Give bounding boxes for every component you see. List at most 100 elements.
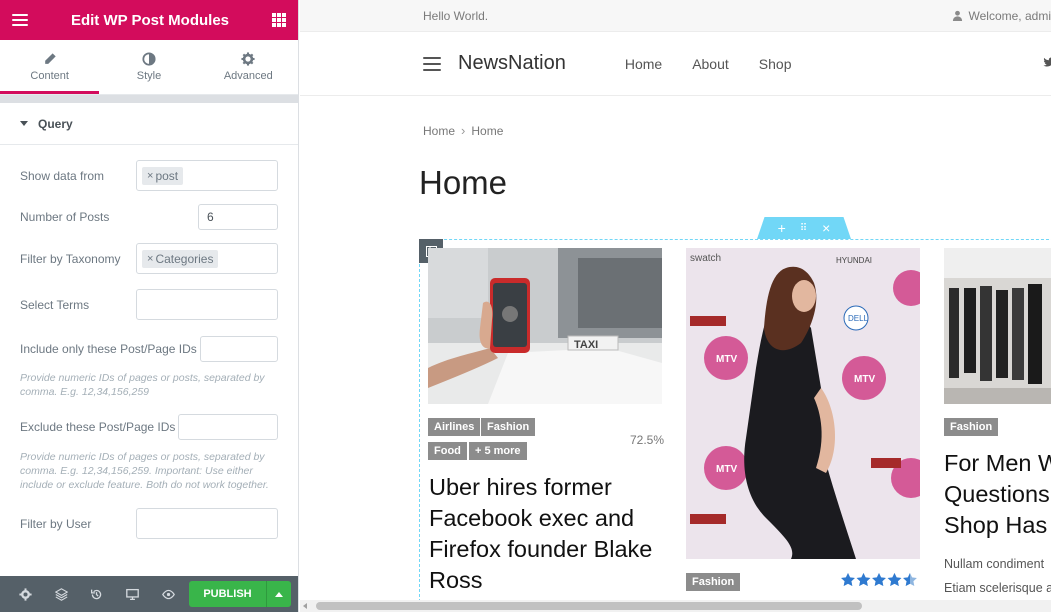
panel-controls: Query Show data from × post Number of Pos… xyxy=(0,103,298,583)
navigator-button[interactable] xyxy=(44,576,80,612)
control-number-of-posts: Number of Posts 6 xyxy=(0,204,298,230)
post-1-title[interactable]: Uber hires former Facebook exec and Fire… xyxy=(429,472,669,596)
control-select-terms: Select Terms xyxy=(0,289,298,320)
post-1-tag-airlines[interactable]: Airlines xyxy=(428,418,481,436)
post-1-tag-food[interactable]: Food xyxy=(428,442,467,460)
tab-content[interactable]: Content xyxy=(0,40,100,94)
post-2-rating xyxy=(840,572,920,593)
select-terms-input[interactable] xyxy=(136,289,278,320)
post-3-tag-fashion[interactable]: Fashion xyxy=(944,418,999,436)
panel-divider xyxy=(0,95,298,103)
post-2-photo: MTV MTV MTV swatch HYUNDAI DELL xyxy=(686,248,920,559)
post-2-tag-fashion[interactable]: Fashion xyxy=(686,573,741,591)
delete-icon[interactable]: × xyxy=(822,220,830,236)
post-2-image[interactable]: MTV MTV MTV swatch HYUNDAI DELL xyxy=(686,248,920,559)
horizontal-scrollbar[interactable] xyxy=(300,600,1051,612)
breadcrumb-home-link[interactable]: Home xyxy=(423,124,455,138)
svg-text:MTV: MTV xyxy=(716,464,737,475)
show-data-from-select[interactable]: × post xyxy=(136,160,278,191)
breadcrumb-current: Home xyxy=(471,123,504,138)
post-1-score: 72.5% xyxy=(630,433,665,447)
panel-footer: PUBLISH xyxy=(0,576,298,612)
star-icon xyxy=(903,573,917,586)
tab-advanced-label: Advanced xyxy=(223,70,273,82)
section-query-toggle[interactable]: Query xyxy=(0,103,298,145)
svg-text:MTV: MTV xyxy=(854,374,875,385)
publish-button[interactable]: PUBLISH xyxy=(188,581,266,607)
remove-chip-icon[interactable]: × xyxy=(147,170,153,182)
post-1-title-line: Ross xyxy=(429,567,483,593)
control-filter-by-taxonomy: Filter by Taxonomy × Categories xyxy=(0,243,298,274)
mobile-menu-icon[interactable] xyxy=(423,56,441,71)
page-title: Home xyxy=(419,164,508,201)
post-1-image[interactable]: TAXI xyxy=(428,248,662,404)
post-3-image[interactable] xyxy=(944,248,1051,404)
site-brand[interactable]: NewsNation xyxy=(458,52,566,75)
control-filter-by-user: Filter by User xyxy=(0,508,298,539)
show-data-from-label: Show data from xyxy=(20,168,105,183)
history-button[interactable] xyxy=(79,576,115,612)
svg-text:swatch: swatch xyxy=(690,253,721,264)
include-ids-input[interactable] xyxy=(200,336,278,362)
add-icon[interactable]: + xyxy=(778,220,786,236)
nav-link-about[interactable]: About xyxy=(692,56,729,72)
taxonomy-chip[interactable]: × Categories xyxy=(142,250,219,268)
eye-icon xyxy=(161,589,175,599)
post-3-excerpt-line: Nullam condiment xyxy=(944,557,1045,571)
svg-text:TAXI: TAXI xyxy=(574,339,598,351)
page-preview: Hello World. Welcome, admi NewsNation Ho… xyxy=(300,0,1051,612)
site-nav: NewsNation Home About Shop xyxy=(300,32,1051,96)
remove-chip-icon[interactable]: × xyxy=(147,253,153,265)
app-window: Edit WP Post Modules Content Style Advan… xyxy=(0,0,1051,612)
exclude-ids-hint: Provide numeric IDs of pages or posts, s… xyxy=(20,451,269,491)
tab-style[interactable]: Style xyxy=(99,40,198,94)
select-terms-label: Select Terms xyxy=(20,297,90,312)
scroll-left-icon[interactable] xyxy=(303,603,307,609)
post-type-chip-label: post xyxy=(155,169,179,183)
post-3-title[interactable]: For Men W Questions Shop Has xyxy=(944,448,1051,541)
nav-link-shop[interactable]: Shop xyxy=(759,56,792,72)
post-type-chip[interactable]: × post xyxy=(142,167,184,185)
taxonomy-select[interactable]: × Categories xyxy=(136,243,278,274)
svg-text:HYUNDAI: HYUNDAI xyxy=(836,256,872,265)
menu-icon[interactable] xyxy=(12,14,28,26)
welcome-user[interactable]: Welcome, admi xyxy=(952,9,1051,23)
panel-title: Edit WP Post Modules xyxy=(70,11,230,29)
star-icon xyxy=(887,573,902,586)
widget-handle[interactable]: + ⠿ × xyxy=(757,217,851,239)
post-3-excerpt-line: Etiam scelerisque a xyxy=(944,581,1051,595)
taxonomy-chip-label: Categories xyxy=(155,252,214,266)
widgets-grid-icon[interactable] xyxy=(271,13,286,27)
chevron-right-icon: › xyxy=(461,123,466,138)
site-topbar: Hello World. Welcome, admi xyxy=(300,0,1051,32)
settings-button[interactable] xyxy=(8,576,44,612)
preview-button[interactable] xyxy=(150,576,186,612)
exclude-ids-label: Exclude these Post/Page IDs xyxy=(20,420,176,434)
publish-options-button[interactable] xyxy=(265,581,291,607)
star-icon xyxy=(856,573,871,586)
caret-up-icon xyxy=(274,591,283,597)
exclude-ids-input[interactable] xyxy=(178,414,278,440)
editor-panel: Edit WP Post Modules Content Style Advan… xyxy=(0,0,299,612)
tab-advanced[interactable]: Advanced xyxy=(199,40,298,94)
drag-handle-icon[interactable]: ⠿ xyxy=(800,223,808,234)
twitter-icon[interactable] xyxy=(1043,56,1051,68)
post-1-title-line: Firefox founder Blake xyxy=(429,536,653,562)
star-icon xyxy=(841,573,855,586)
post-3-excerpt: Nullam condiment Etiam scelerisque a xyxy=(944,552,1051,600)
number-of-posts-input[interactable]: 6 xyxy=(198,204,278,230)
post-1-tag-more[interactable]: + 5 more xyxy=(469,442,527,460)
nav-link-home[interactable]: Home xyxy=(625,56,662,72)
filter-by-user-input[interactable] xyxy=(136,508,278,539)
include-ids-label: Include only these Post/Page IDs xyxy=(20,342,197,356)
post-3-title-line: Questions xyxy=(944,481,1050,507)
svg-text:MTV: MTV xyxy=(716,354,737,365)
tab-style-label: Style xyxy=(136,70,162,82)
scrollbar-thumb[interactable] xyxy=(316,602,862,610)
post-1-tag-fashion[interactable]: Fashion xyxy=(481,418,536,436)
layers-icon xyxy=(54,587,68,601)
caret-down-icon xyxy=(20,121,28,126)
control-exclude-ids: Exclude these Post/Page IDs xyxy=(0,414,298,440)
responsive-mode-button[interactable] xyxy=(115,576,151,612)
control-show-data-from: Show data from × post xyxy=(0,160,298,191)
